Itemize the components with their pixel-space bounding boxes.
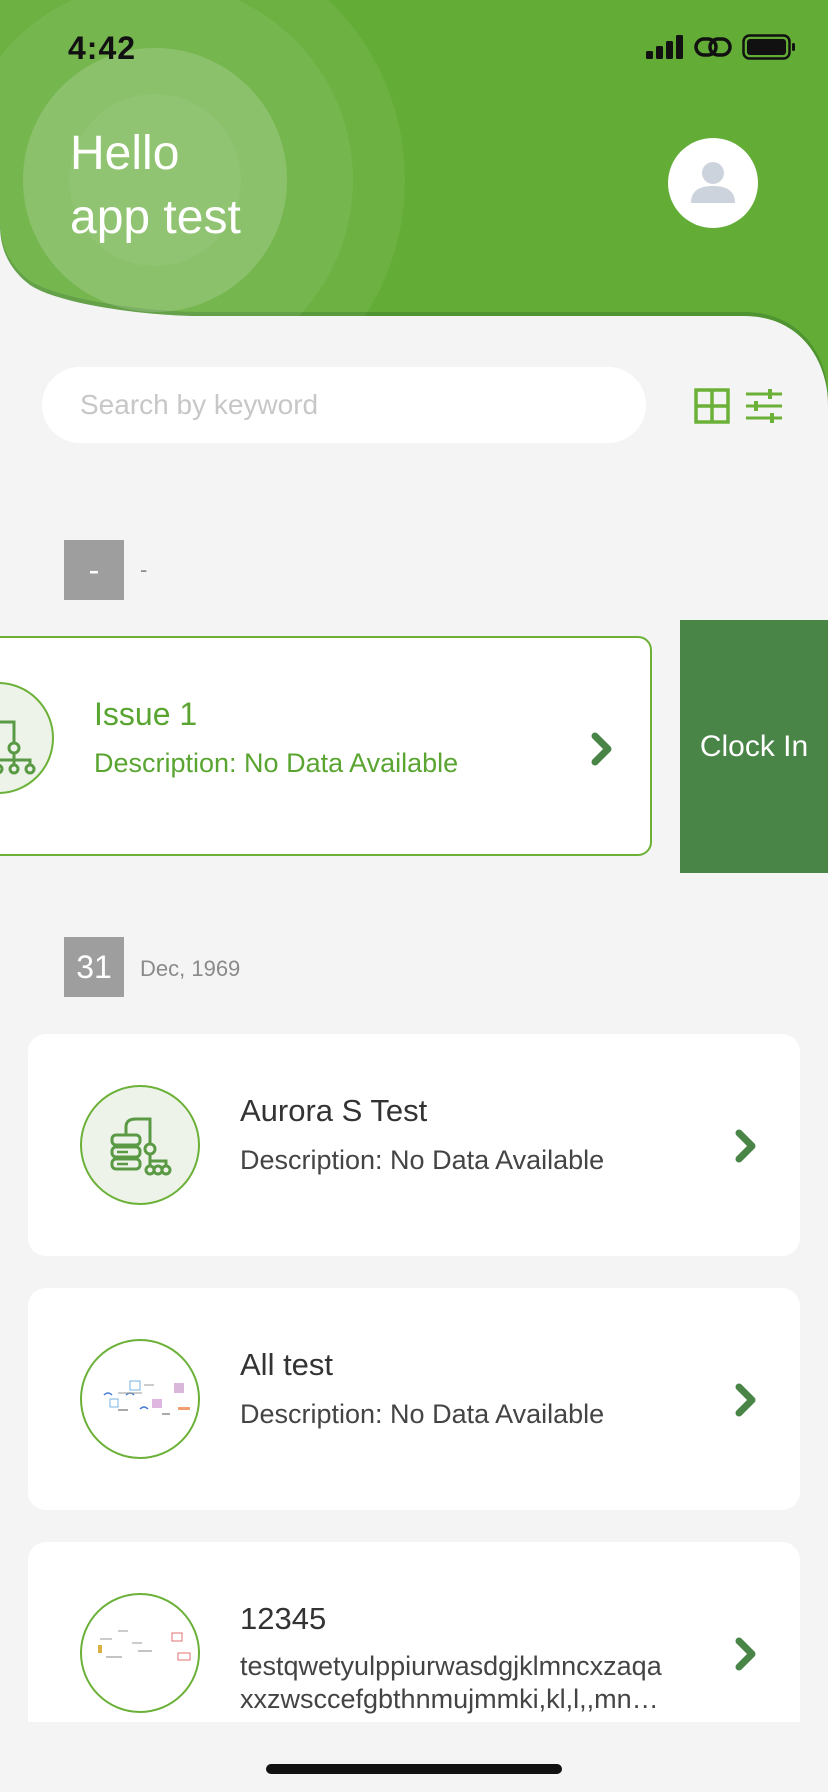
search-input[interactable] — [80, 389, 646, 421]
battery-icon — [742, 34, 795, 60]
home-indicator[interactable] — [266, 1764, 562, 1774]
greeting-hello: Hello — [70, 127, 180, 180]
date-day-box: 31 — [64, 937, 124, 997]
header: 4:42 Hello app test — [0, 0, 828, 405]
filter-sliders-icon[interactable] — [744, 388, 784, 424]
card-description: Description: No Data Available — [240, 1145, 605, 1175]
issue-description: Description: No Data Available — [94, 748, 459, 778]
status-icons — [646, 34, 796, 60]
diagram-thumbnail-icon — [103, 1380, 190, 1415]
date-month-year: - — [140, 557, 148, 582]
greeting: Hello app test — [70, 122, 241, 250]
user-icon — [691, 162, 735, 203]
list-item-card[interactable]: 12345 testqwetyulppiurwasdgjklmncxzaqa x… — [28, 1542, 800, 1722]
diagram-thumbnail-icon — [98, 1630, 191, 1661]
search-bar[interactable] — [42, 367, 646, 443]
issue-card[interactable]: Issue 1 Description: No Data Available — [0, 636, 652, 856]
chevron-right-icon — [591, 732, 612, 766]
chevron-right-icon — [735, 1129, 756, 1163]
card-icon — [80, 1593, 200, 1713]
clock-in-button[interactable]: Clock In — [680, 620, 828, 873]
card-title: 12345 — [240, 1601, 327, 1636]
date-day-box: - — [64, 540, 124, 600]
greeting-username: app test — [70, 191, 241, 244]
bottom-safe-area — [0, 1722, 828, 1792]
card-description: testqwetyulppiurwasdgjklmncxzaqa xxzwscc… — [240, 1651, 662, 1714]
hierarchy-icon — [0, 720, 36, 775]
link-icon — [694, 37, 732, 57]
card-title: Aurora S Test — [240, 1093, 428, 1128]
issue-title: Issue 1 — [94, 696, 198, 732]
signal-icon — [646, 35, 683, 59]
status-time: 4:42 — [68, 30, 137, 66]
card-icon — [80, 1085, 200, 1205]
chevron-right-icon — [735, 1637, 756, 1671]
chevron-right-icon — [735, 1383, 756, 1417]
card-icon — [80, 1339, 200, 1459]
hierarchy-icon — [110, 1117, 172, 1176]
date-month-year: Dec, 1969 — [140, 956, 241, 981]
list-item-card[interactable]: Aurora S Test Description: No Data Avail… — [28, 1034, 800, 1256]
issue-card-icon — [0, 682, 54, 794]
screen: 4:42 Hello app test Search by keyword - … — [0, 0, 828, 1792]
list-item-card[interactable]: All test Description: No Data Available — [28, 1288, 800, 1510]
card-title: All test — [240, 1347, 334, 1382]
avatar-button[interactable] — [668, 138, 758, 228]
grid-view-icon[interactable] — [694, 388, 730, 424]
card-description: Description: No Data Available — [240, 1399, 605, 1429]
